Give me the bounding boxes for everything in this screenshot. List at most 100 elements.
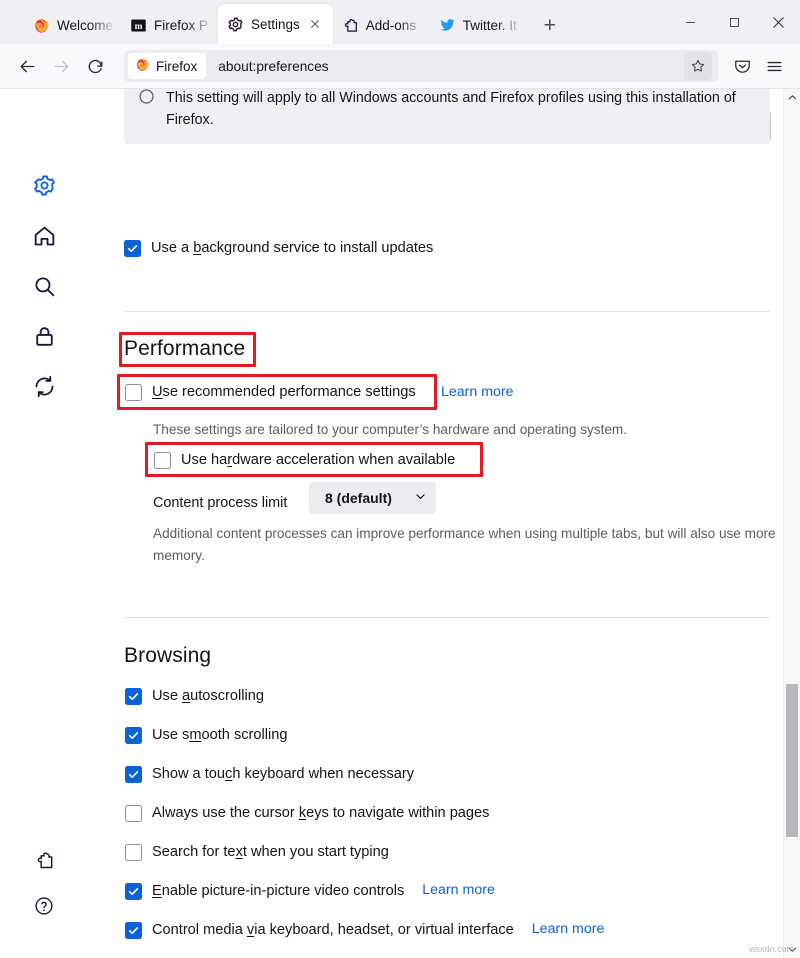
pocket-icon[interactable]	[726, 50, 758, 82]
cursor-keys-row[interactable]: Always use the cursor keys to navigate w…	[125, 804, 489, 822]
section-divider	[124, 311, 770, 312]
puzzle-piece-icon	[34, 850, 55, 876]
touch-keyboard-label: Show a touch keyboard when necessary	[152, 765, 414, 783]
tab-addons[interactable]: Add-ons M	[333, 6, 430, 44]
search-on-type-label: Search for text when you start typing	[152, 843, 389, 861]
content-process-description: Additional content processes can improve…	[153, 523, 778, 567]
cursor-keys-label: Always use the cursor keys to navigate w…	[152, 804, 489, 822]
url-text[interactable]: about:preferences	[218, 59, 684, 74]
mozilla-m-icon: m	[130, 17, 147, 34]
sync-icon	[32, 374, 57, 404]
watermark: wsxdn.com	[749, 944, 794, 954]
smooth-scrolling-row[interactable]: Use smooth scrolling	[125, 726, 287, 744]
sidebar-item-extensions[interactable]	[25, 844, 63, 882]
update-scope-notice: This setting will apply to all Windows a…	[124, 89, 770, 144]
background-service-label-text: ackground service to install updates	[201, 240, 433, 256]
sidebar-item-home[interactable]	[25, 220, 63, 258]
new-tab-button[interactable]: +	[534, 9, 566, 41]
forward-arrow-icon	[44, 49, 78, 83]
watermark-text: wsxdn.com	[749, 944, 794, 954]
control-media-checkbox[interactable]	[125, 922, 142, 939]
url-bar[interactable]: Firefox about:preferences	[124, 50, 718, 82]
touch-keyboard-row[interactable]: Show a touch keyboard when necessary	[125, 765, 414, 783]
background-service-checkbox[interactable]	[124, 240, 141, 257]
tab-firefox-privacy[interactable]: m Firefox Priv	[121, 6, 218, 44]
performance-heading: Performance	[124, 337, 245, 361]
firefox-logo-icon	[33, 17, 50, 34]
hardware-acceleration-checkbox[interactable]	[154, 452, 171, 469]
autoscrolling-checkbox[interactable]	[125, 688, 142, 705]
pip-learn-more-link[interactable]: Learn more	[422, 882, 495, 898]
hamburger-menu-icon[interactable]	[758, 50, 790, 82]
sidebar-item-privacy[interactable]	[25, 320, 63, 358]
tab-label: Welcome t	[57, 18, 112, 33]
tab-strip: Welcome t m Firefox Priv Settings	[0, 0, 800, 44]
sidebar-item-search[interactable]	[25, 270, 63, 308]
star-icon[interactable]	[684, 52, 712, 80]
identity-box[interactable]: Firefox	[128, 53, 206, 79]
close-icon[interactable]	[307, 16, 324, 33]
tab-settings[interactable]: Settings	[218, 4, 333, 44]
tab-label: Twitter. It's	[463, 18, 518, 33]
control-media-label: Control media via keyboard, headset, or …	[152, 921, 514, 939]
content-process-limit-value: 8 (default)	[325, 490, 392, 506]
help-circle-icon	[33, 895, 55, 922]
puzzle-piece-icon	[342, 17, 359, 34]
content-process-limit-dropdown[interactable]: 8 (default)	[309, 482, 436, 514]
content-process-limit-label: Content process limit	[153, 492, 287, 515]
recommended-learn-more-link[interactable]: Learn more	[441, 384, 514, 400]
control-media-learn-more-link[interactable]: Learn more	[532, 921, 605, 937]
hardware-acceleration-label: Use hardware acceleration when available	[181, 451, 455, 469]
scrollbar-thumb[interactable]	[786, 684, 798, 837]
settings-page: Find in Settings This setting will apply…	[0, 89, 800, 958]
control-media-row[interactable]: Control media via keyboard, headset, or …	[125, 921, 604, 939]
tabstrip-spacer	[0, 0, 24, 44]
browser-window: Welcome t m Firefox Priv Settings	[0, 0, 800, 958]
tab-label: Add-ons M	[366, 18, 421, 33]
settings-sidebar	[0, 89, 108, 958]
cursor-keys-checkbox[interactable]	[125, 805, 142, 822]
search-icon	[32, 274, 57, 304]
browsing-heading: Browsing	[124, 644, 211, 668]
tab-label: Firefox Priv	[154, 18, 209, 33]
smooth-scrolling-checkbox[interactable]	[125, 727, 142, 744]
gear-icon	[32, 173, 57, 203]
reload-icon[interactable]	[78, 49, 112, 83]
tab-welcome[interactable]: Welcome t	[24, 6, 121, 44]
section-divider	[124, 617, 770, 618]
sidebar-item-sync[interactable]	[25, 370, 63, 408]
twitter-bird-icon	[439, 17, 456, 34]
close-icon[interactable]	[756, 0, 800, 44]
recommended-performance-row[interactable]: Use recommended performance settings	[125, 383, 416, 401]
window-controls	[668, 0, 800, 44]
hardware-acceleration-row[interactable]: Use hardware acceleration when available	[154, 451, 455, 469]
firefox-logo-icon	[135, 57, 150, 75]
chevron-down-icon	[414, 490, 427, 506]
picture-in-picture-row[interactable]: Enable picture-in-picture video controls…	[125, 882, 495, 900]
search-on-type-row[interactable]: Search for text when you start typing	[125, 843, 389, 861]
picture-in-picture-checkbox[interactable]	[125, 883, 142, 900]
recommended-performance-description: These settings are tailored to your comp…	[153, 419, 773, 441]
touch-keyboard-checkbox[interactable]	[125, 766, 142, 783]
back-arrow-icon[interactable]	[10, 49, 44, 83]
sidebar-item-help[interactable]	[25, 889, 63, 927]
maximize-icon[interactable]	[712, 0, 756, 44]
autoscrolling-row[interactable]: Use autoscrolling	[125, 687, 264, 705]
home-icon	[32, 224, 57, 254]
page-scrollbar[interactable]	[783, 89, 800, 958]
sidebar-item-general[interactable]	[25, 169, 63, 207]
info-icon	[138, 89, 155, 105]
autoscrolling-label: Use autoscrolling	[152, 687, 264, 705]
gear-icon	[227, 16, 244, 33]
tab-twitter[interactable]: Twitter. It's	[430, 6, 527, 44]
lock-icon	[32, 324, 57, 354]
recommended-performance-label: Use recommended performance settings	[152, 383, 416, 401]
picture-in-picture-label: Enable picture-in-picture video controls	[152, 882, 404, 900]
minimize-icon[interactable]	[668, 0, 712, 44]
search-on-type-checkbox[interactable]	[125, 844, 142, 861]
recommended-performance-checkbox[interactable]	[125, 384, 142, 401]
notice-text: This setting will apply to all Windows a…	[166, 90, 736, 128]
chevron-up-icon[interactable]	[784, 89, 800, 106]
background-service-row[interactable]: Use a background service to install upda…	[124, 239, 433, 257]
smooth-scrolling-label: Use smooth scrolling	[152, 726, 287, 744]
